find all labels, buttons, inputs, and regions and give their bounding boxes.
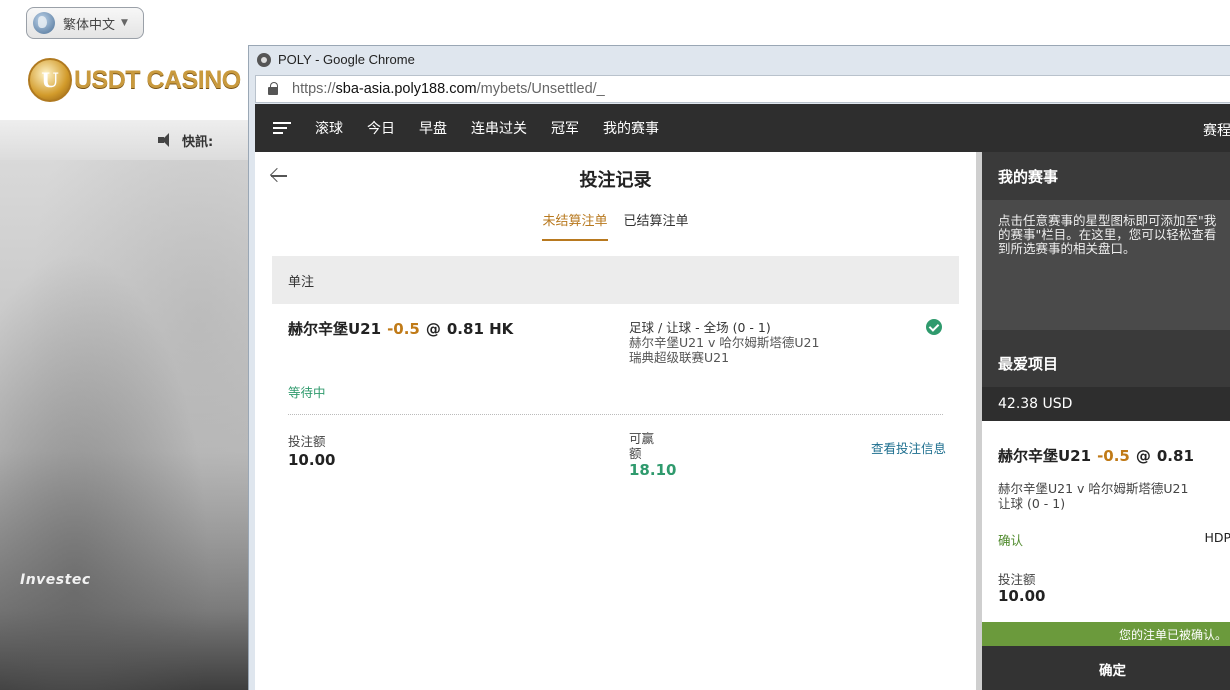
win-value: 18.10 [629,461,677,479]
page-title: 投注记录 [579,170,652,191]
news-label: 快訊: [182,134,214,150]
confirmation-message: 您的注单已被确认。 [982,622,1230,646]
globe-icon [33,12,55,34]
casino-logo-mark: U [28,58,72,102]
address-bar[interactable]: https:// sba-asia.poly188.com /mybets/Un… [255,75,1230,103]
bet-at: @ [425,320,441,338]
window-titlebar[interactable]: POLY - Google Chrome [249,46,1230,73]
bet-team: 赫尔辛堡U21 [288,320,382,338]
bet-slip: 赫尔辛堡U21 -0.5 @0.81 赫尔辛堡U21 v 哈尔姆斯塔德U21 让球 … [982,421,1230,622]
language-select[interactable]: 繁体中文 ▼ [26,7,144,39]
check-circle-icon [926,319,942,335]
speaker-icon [158,133,174,147]
chevron-down-icon: ▼ [121,18,128,28]
casino-top-bar: 繁体中文 ▼ [0,0,1230,45]
nav-item-my-events[interactable]: 我的赛事 [603,118,659,138]
bet-tabs: 未结算注单 已结算注单 [255,210,976,241]
url-path: /mybets/Unsettled/_ [476,81,605,97]
my-events-desc-line-3: 到所选赛事的相关盘口。 [998,241,1136,256]
slip-market: 让球 (0 - 1) [998,496,1066,511]
window-title: POLY - Google Chrome [278,52,415,67]
top-navigation: 滚球 今日 早盘 连串过关 冠军 我的赛事 赛程 [255,104,1230,152]
slip-handicap: -0.5 [1097,447,1130,465]
bet-league: 瑞典超级联赛U21 [629,350,730,365]
slip-odds: 0.81 [1156,447,1194,465]
slip-selection: 赫尔辛堡U21 -0.5 @0.81 [998,445,1194,466]
bet-odds: 0.81 HK [446,320,514,338]
casino-logo-text: USDT CASINO [74,65,241,94]
language-label: 繁体中文 [63,17,116,33]
bet-market: 足球 / 让球 - 全场 (0 - 1) [629,320,771,335]
sportsbook-page: 滚球 今日 早盘 连串过关 冠军 我的赛事 赛程 投注记录 未结算注单 已结算注… [255,104,1230,690]
news-ticker: 快訊: [0,120,248,160]
stake-value: 10.00 [288,451,336,469]
slip-stake-value: 10.00 [998,587,1046,605]
confirm-button[interactable]: 确定 [982,646,1230,690]
stadium-sign: Investec [20,572,91,588]
slip-confirm-status: 确认 [998,533,1024,548]
account-balance: 42.38 USD [982,387,1230,421]
lock-icon [268,82,278,95]
right-panel: 我的赛事 点击任意赛事的星型图标即可添加至"我 的赛事"栏目。在这里，您可以轻松… [982,152,1230,690]
view-bet-info-link[interactable]: 查看投注信息 [871,438,946,457]
casino-logo[interactable]: U USDT CASINO [28,58,241,102]
slip-at: @ [1135,447,1151,465]
bet-item: 赫尔辛堡U21 -0.5 @0.81 HK 足球 / 让球 - 全场 (0 - 1)… [272,304,959,504]
win-label-line-2: 额 [629,446,642,461]
nav-item-live[interactable]: 滚球 [315,118,343,138]
background-photo: Investec [0,160,248,690]
nav-item-early[interactable]: 早盘 [419,118,447,138]
menu-icon[interactable] [273,122,291,134]
slip-team: 赫尔辛堡U21 [998,447,1092,465]
bet-history-panel: 投注记录 未结算注单 已结算注单 单注 赫尔辛堡U21 -0.5 @0.81 HK … [255,152,976,690]
nav-item-schedule[interactable]: 赛程 [1203,120,1230,140]
potential-win-block: 可赢 额 18.10 [629,431,677,479]
bet-match: 赫尔辛堡U21 v 哈尔姆斯塔德U21 [629,335,820,350]
my-events-desc-line-2: 的赛事"栏目。在这里，您可以轻松查看 [998,227,1217,242]
bet-handicap: -0.5 [387,320,420,338]
browser-window: POLY - Google Chrome https:// sba-asia.p… [248,45,1230,690]
stake-block: 投注额 10.00 [288,431,335,469]
my-events-desc-line-1: 点击任意赛事的星型图标即可添加至"我 [998,213,1217,228]
bet-market-info: 足球 / 让球 - 全场 (0 - 1) 赫尔辛堡U21 v 哈尔姆斯塔德U21… [629,320,819,365]
chrome-icon [257,52,271,67]
nav-item-outright[interactable]: 冠军 [551,118,579,138]
slip-match-info: 赫尔辛堡U21 v 哈尔姆斯塔德U21 让球 (0 - 1) [998,481,1188,511]
slip-match: 赫尔辛堡U21 v 哈尔姆斯塔德U21 [998,481,1189,496]
stake-label: 投注额 [288,434,326,449]
url-host: sba-asia.poly188.com [335,81,477,97]
nav-item-parlay[interactable]: 连串过关 [471,118,527,138]
divider [288,414,943,415]
url-scheme: https:// [292,81,336,97]
nav-item-today[interactable]: 今日 [367,118,395,138]
favorites-title: 最爱项目 [982,339,1230,387]
bet-status: 等待中 [288,385,326,400]
my-events-title: 我的赛事 [982,152,1230,200]
slip-stake-label: 投注额 [998,572,1036,587]
slip-bet-type: HDP [1204,530,1230,545]
my-events-description: 点击任意赛事的星型图标即可添加至"我 的赛事"栏目。在这里，您可以轻松查看 到所… [982,200,1230,330]
tab-settled[interactable]: 已结算注单 [624,210,689,241]
tab-unsettled[interactable]: 未结算注单 [542,210,608,241]
bet-selection: 赫尔辛堡U21 -0.5 @0.81 HK [288,318,513,339]
win-label-line-1: 可赢 [629,431,655,446]
section-single-bets: 单注 [272,256,959,304]
